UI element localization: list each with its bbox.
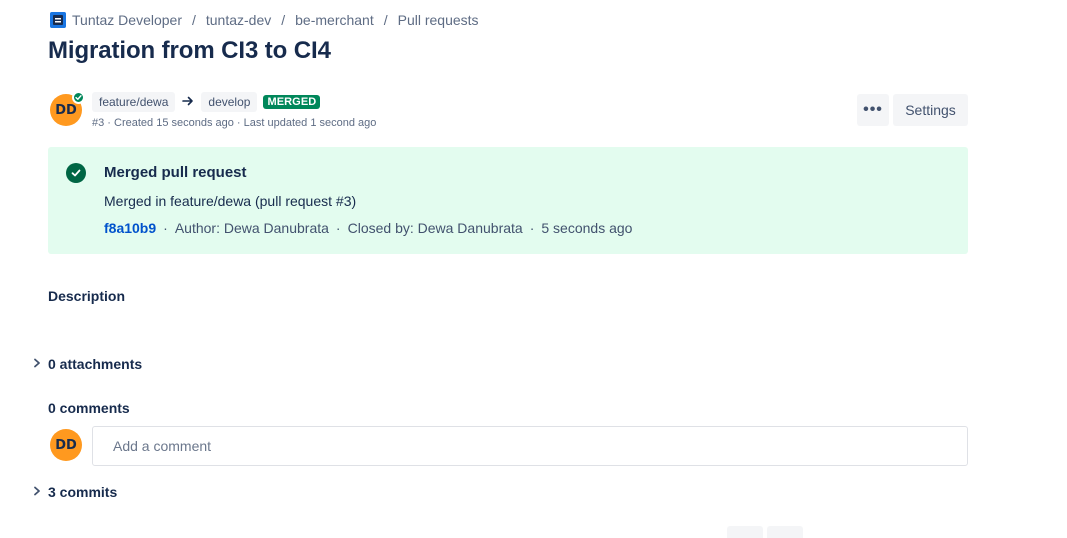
arrow-right-icon	[179, 95, 197, 110]
description-heading: Description	[48, 288, 126, 304]
partial-button[interactable]	[727, 526, 763, 538]
page-title: Migration from CI3 to CI4	[48, 37, 331, 64]
breadcrumb-repository[interactable]: be-merchant	[295, 12, 374, 28]
author-initials: DD	[55, 102, 77, 118]
attachments-toggle[interactable]: 0 attachments	[32, 356, 142, 372]
breadcrumb-separator: /	[281, 12, 286, 28]
status-badge: MERGED	[263, 95, 321, 109]
merge-time: 5 seconds ago	[541, 220, 633, 236]
merge-author: Author: Dewa Danubrata	[174, 220, 329, 236]
more-actions-button[interactable]: •••	[857, 94, 889, 126]
merge-message: Merged in feature/dewa (pull request #3)	[104, 193, 357, 209]
breadcrumb: Tuntaz Developer / tuntaz-dev / be-merch…	[50, 12, 479, 28]
separator-dot: ·	[335, 220, 341, 236]
merge-closed-by: Closed by: Dewa Danubrata	[347, 220, 523, 236]
breadcrumb-separator: /	[191, 12, 196, 28]
merge-meta: f8a10b9 · Author: Dewa Danubrata · Close…	[104, 220, 632, 236]
commits-toggle[interactable]: 3 commits	[32, 484, 117, 500]
chevron-right-icon	[32, 357, 48, 371]
repository-icon	[50, 12, 66, 28]
branch-info: feature/dewa develop MERGED	[92, 92, 321, 112]
chevron-right-icon	[32, 485, 48, 499]
breadcrumb-separator: /	[383, 12, 388, 28]
comments-heading: 0 comments	[48, 400, 130, 416]
settings-button[interactable]: Settings	[893, 94, 968, 126]
commits-label: 3 commits	[48, 484, 118, 500]
current-user-avatar: DD	[50, 429, 82, 461]
separator-dot: ·	[529, 220, 535, 236]
commit-hash-link[interactable]: f8a10b9	[104, 220, 156, 236]
merged-pull-request-panel: Merged pull request Merged in feature/de…	[48, 147, 968, 254]
breadcrumb-project[interactable]: tuntaz-dev	[206, 12, 271, 28]
merged-title: Merged pull request	[104, 164, 247, 181]
destination-branch[interactable]: develop	[201, 92, 258, 112]
breadcrumb-pull-requests[interactable]: Pull requests	[398, 12, 479, 28]
comment-input[interactable]	[92, 426, 968, 466]
check-circle-icon	[66, 163, 86, 183]
check-icon	[75, 95, 82, 100]
partial-button[interactable]	[767, 526, 803, 538]
pull-request-meta: #3 · Created 15 seconds ago · Last updat…	[92, 117, 377, 129]
attachments-label: 0 attachments	[48, 356, 143, 372]
author-avatar[interactable]: DD	[50, 91, 85, 126]
current-user-initials: DD	[55, 437, 77, 453]
separator-dot: ·	[163, 220, 168, 236]
approved-badge-icon	[72, 91, 85, 104]
source-branch[interactable]: feature/dewa	[92, 92, 176, 112]
breadcrumb-workspace[interactable]: Tuntaz Developer	[72, 12, 182, 28]
